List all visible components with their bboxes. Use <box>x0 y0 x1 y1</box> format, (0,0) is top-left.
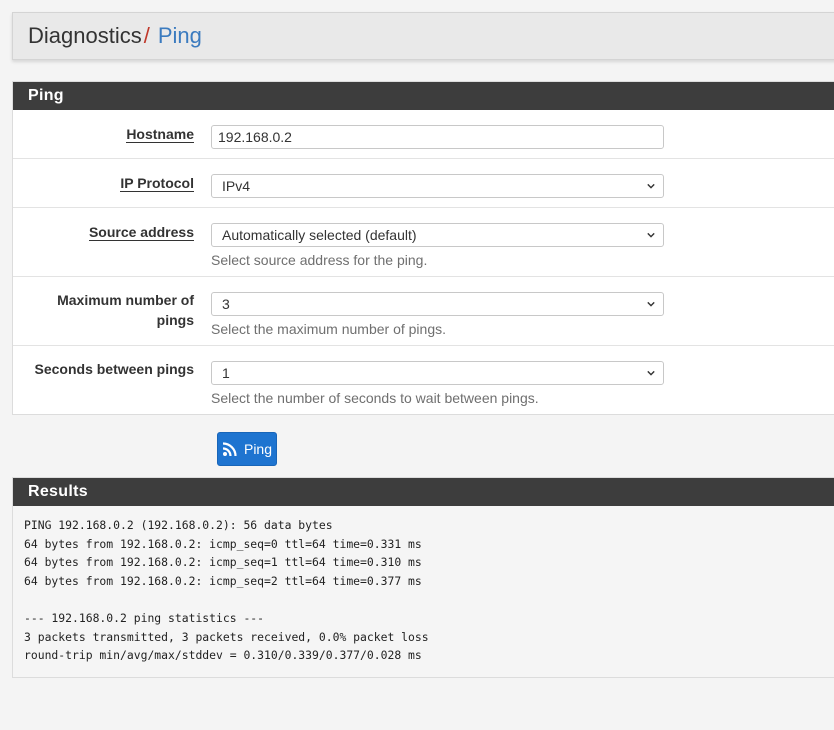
max-pings-value: 3 <box>222 296 230 312</box>
chevron-down-icon <box>647 370 655 376</box>
chevron-down-icon <box>647 232 655 238</box>
ip-protocol-select[interactable]: IPv4 <box>211 174 664 198</box>
ip-protocol-row: IP Protocol IPv4 <box>13 159 834 208</box>
seconds-between-row: Seconds between pings 1 Select the numbe… <box>13 346 834 414</box>
breadcrumb-separator: / <box>143 23 150 48</box>
ping-button[interactable]: Ping <box>217 432 277 466</box>
result-line: round-trip min/avg/max/stddev = 0.310/0.… <box>24 648 422 663</box>
chevron-down-icon <box>647 301 655 307</box>
result-line: 64 bytes from 192.168.0.2: icmp_seq=2 tt… <box>24 573 422 588</box>
chevron-down-icon <box>647 183 655 189</box>
source-address-label: Source address <box>88 224 194 241</box>
ip-protocol-value: IPv4 <box>222 178 251 194</box>
hostname-label: Hostname <box>126 126 194 143</box>
results-panel-title: Results <box>13 478 834 506</box>
source-address-value: Automatically selected (default) <box>222 227 417 243</box>
max-pings-row: Maximum number of pings 3 Select the max… <box>13 277 834 346</box>
hostname-value: 192.168.0.2 <box>218 129 292 145</box>
result-line: 3 packets transmitted, 3 packets receive… <box>24 629 429 644</box>
max-pings-label: Maximum number of pings <box>57 292 194 328</box>
breadcrumb-ping[interactable]: Ping <box>158 23 202 49</box>
breadcrumb-diagnostics[interactable]: Diagnostics <box>28 23 142 49</box>
seconds-between-label: Seconds between pings <box>34 361 194 377</box>
source-address-row: Source address Automatically selected (d… <box>13 208 834 277</box>
seconds-between-help: Select the number of seconds to wait bet… <box>211 390 539 406</box>
max-pings-help: Select the maximum number of pings. <box>211 321 446 337</box>
result-line: PING 192.168.0.2 (192.168.0.2): 56 data … <box>24 518 333 532</box>
max-pings-select[interactable]: 3 <box>211 292 664 316</box>
results-output: PING 192.168.0.2 (192.168.0.2): 56 data … <box>13 506 834 677</box>
seconds-between-value: 1 <box>222 365 230 381</box>
result-line: 64 bytes from 192.168.0.2: icmp_seq=0 tt… <box>24 536 422 551</box>
breadcrumb: Diagnostics / Ping <box>12 12 834 60</box>
results-panel: Results PING 192.168.0.2 (192.168.0.2): … <box>12 477 834 678</box>
seconds-between-select[interactable]: 1 <box>211 361 664 385</box>
ip-protocol-label: IP Protocol <box>120 175 194 192</box>
ping-panel-title: Ping <box>13 82 834 110</box>
result-line: ​ <box>24 590 834 609</box>
source-address-help: Select source address for the ping. <box>211 252 428 268</box>
source-address-select[interactable]: Automatically selected (default) <box>211 223 664 247</box>
hostname-input[interactable]: 192.168.0.2 <box>211 125 664 149</box>
result-line: 64 bytes from 192.168.0.2: icmp_seq=1 tt… <box>24 555 422 570</box>
ping-button-label: Ping <box>243 441 273 457</box>
hostname-row: Hostname 192.168.0.2 <box>13 110 834 159</box>
rss-icon <box>222 442 237 457</box>
ping-panel: Ping Hostname 192.168.0.2 IP Protocol IP… <box>12 81 834 415</box>
result-line: --- 192.168.0.2 ping statistics --- <box>24 610 265 625</box>
